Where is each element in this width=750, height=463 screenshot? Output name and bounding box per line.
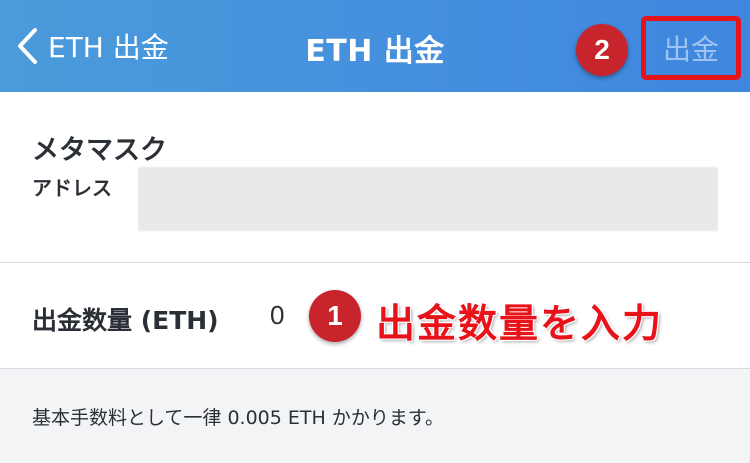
step-2-badge: 2 — [576, 24, 628, 76]
wallet-name: メタマスク — [32, 135, 167, 166]
back-button-label: ETH 出金 — [48, 31, 169, 64]
address-value-redacted — [138, 167, 718, 231]
amount-input[interactable] — [262, 295, 310, 335]
back-button[interactable]: ETH 出金 — [16, 26, 169, 66]
amount-label: 出金数量 (ETH) — [32, 306, 219, 335]
withdraw-button[interactable]: 出金 — [641, 16, 741, 80]
navigation-bar: ETH 出金 ETH 出金 2 出金 — [0, 0, 750, 92]
fee-note: 基本手数料として一律 0.005 ETH かかります。 — [32, 407, 444, 429]
amount-row: 出金数量 (ETH) 出金数量を入力 — [0, 263, 750, 368]
chevron-left-icon — [16, 27, 38, 65]
amount-annotation: 出金数量を入力 — [376, 302, 664, 347]
step-1-badge: 1 — [309, 290, 361, 342]
wallet-card: メタマスク アドレス — [0, 92, 750, 262]
withdraw-button-label: 出金 — [662, 33, 719, 66]
address-label: アドレス — [32, 176, 112, 200]
divider — [0, 368, 750, 369]
